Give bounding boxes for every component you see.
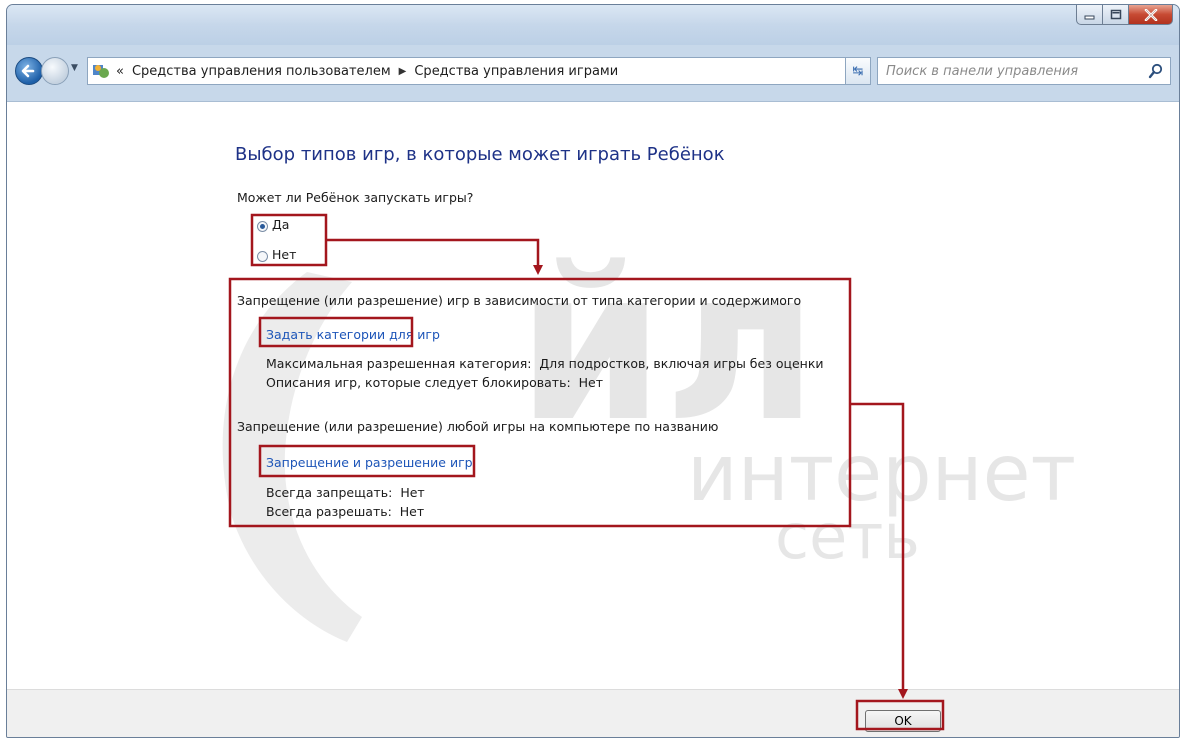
question-text: Может ли Ребёнок запускать игры?	[237, 190, 474, 205]
radio-no-label[interactable]: Нет	[272, 247, 296, 262]
section-category-title: Запрещение (или разрешение) игр в зависи…	[237, 293, 802, 308]
search-icon[interactable]	[1148, 63, 1164, 79]
blocked-descriptors-label: Описания игр, которые следует блокироват…	[266, 375, 571, 390]
watermark-small-text: сеть	[775, 500, 920, 573]
address-bar: ▼ « Средства управления пользователем ▶ …	[7, 53, 1179, 89]
search-box	[877, 57, 1171, 85]
forward-button[interactable]	[41, 57, 69, 85]
radio-no[interactable]	[257, 251, 268, 262]
content-area: йл интернет сеть Выбор типов игр, в кото…	[7, 101, 1179, 690]
refresh-icon: ↹	[852, 63, 864, 79]
breadcrumb-prefix[interactable]: «	[116, 64, 124, 79]
breadcrumb-separator-icon[interactable]: ▶	[399, 66, 407, 77]
back-button[interactable]	[15, 57, 43, 85]
blocked-descriptors-value: Нет	[578, 375, 603, 390]
close-button[interactable]	[1129, 5, 1173, 25]
minimize-icon	[1084, 15, 1094, 19]
max-rating-row: Максимальная разрешенная категория: Для …	[266, 356, 824, 371]
block-allow-games-link[interactable]: Запрещение и разрешение игр	[266, 455, 473, 470]
breadcrumb-user-controls[interactable]: Средства управления пользователем	[132, 64, 391, 79]
maximize-icon	[1110, 9, 1121, 20]
always-allow-value: Нет	[399, 504, 425, 519]
section-title-title: Запрещение (или разрешение) любой игры н…	[237, 419, 719, 434]
radio-yes[interactable]	[257, 221, 268, 232]
close-icon	[1144, 8, 1157, 21]
always-allow-label: Всегда разрешать:	[266, 504, 392, 519]
radio-yes-label[interactable]: Да	[272, 217, 289, 232]
minimize-button[interactable]	[1076, 5, 1103, 25]
breadcrumb-game-controls[interactable]: Средства управления играми	[414, 64, 618, 79]
back-arrow-icon	[21, 64, 35, 78]
set-game-ratings-link[interactable]: Задать категории для игр	[266, 327, 440, 342]
always-block-row: Всегда запрещать: Нет	[266, 485, 425, 500]
always-block-label: Всегда запрещать:	[266, 485, 393, 500]
always-allow-row: Всегда разрешать: Нет	[266, 504, 424, 519]
max-rating-label: Максимальная разрешенная категория:	[266, 356, 532, 371]
search-input[interactable]	[878, 58, 1148, 84]
breadcrumb[interactable]: « Средства управления пользователем ▶ Ср…	[87, 57, 867, 85]
watermark-mid-text: интернет	[687, 429, 1076, 519]
history-dropdown-icon[interactable]: ▼	[71, 63, 78, 73]
watermark: йл интернет сеть	[222, 223, 1076, 642]
window-controls	[1076, 5, 1173, 27]
page-title: Выбор типов игр, в которые может играть …	[235, 144, 725, 165]
max-rating-value: Для подростков, включая игры без оценки	[539, 356, 824, 371]
ok-button[interactable]: OK	[865, 710, 941, 732]
title-bar[interactable]	[7, 5, 1179, 45]
control-panel-window: ▼ « Средства управления пользователем ▶ …	[6, 4, 1180, 738]
maximize-button[interactable]	[1103, 5, 1129, 25]
refresh-button[interactable]: ↹	[845, 57, 871, 85]
always-block-value: Нет	[400, 485, 425, 500]
blocked-descriptors-row: Описания игр, которые следует блокироват…	[266, 375, 603, 390]
control-panel-icon	[92, 62, 110, 80]
footer-bar: OK	[7, 689, 1179, 737]
